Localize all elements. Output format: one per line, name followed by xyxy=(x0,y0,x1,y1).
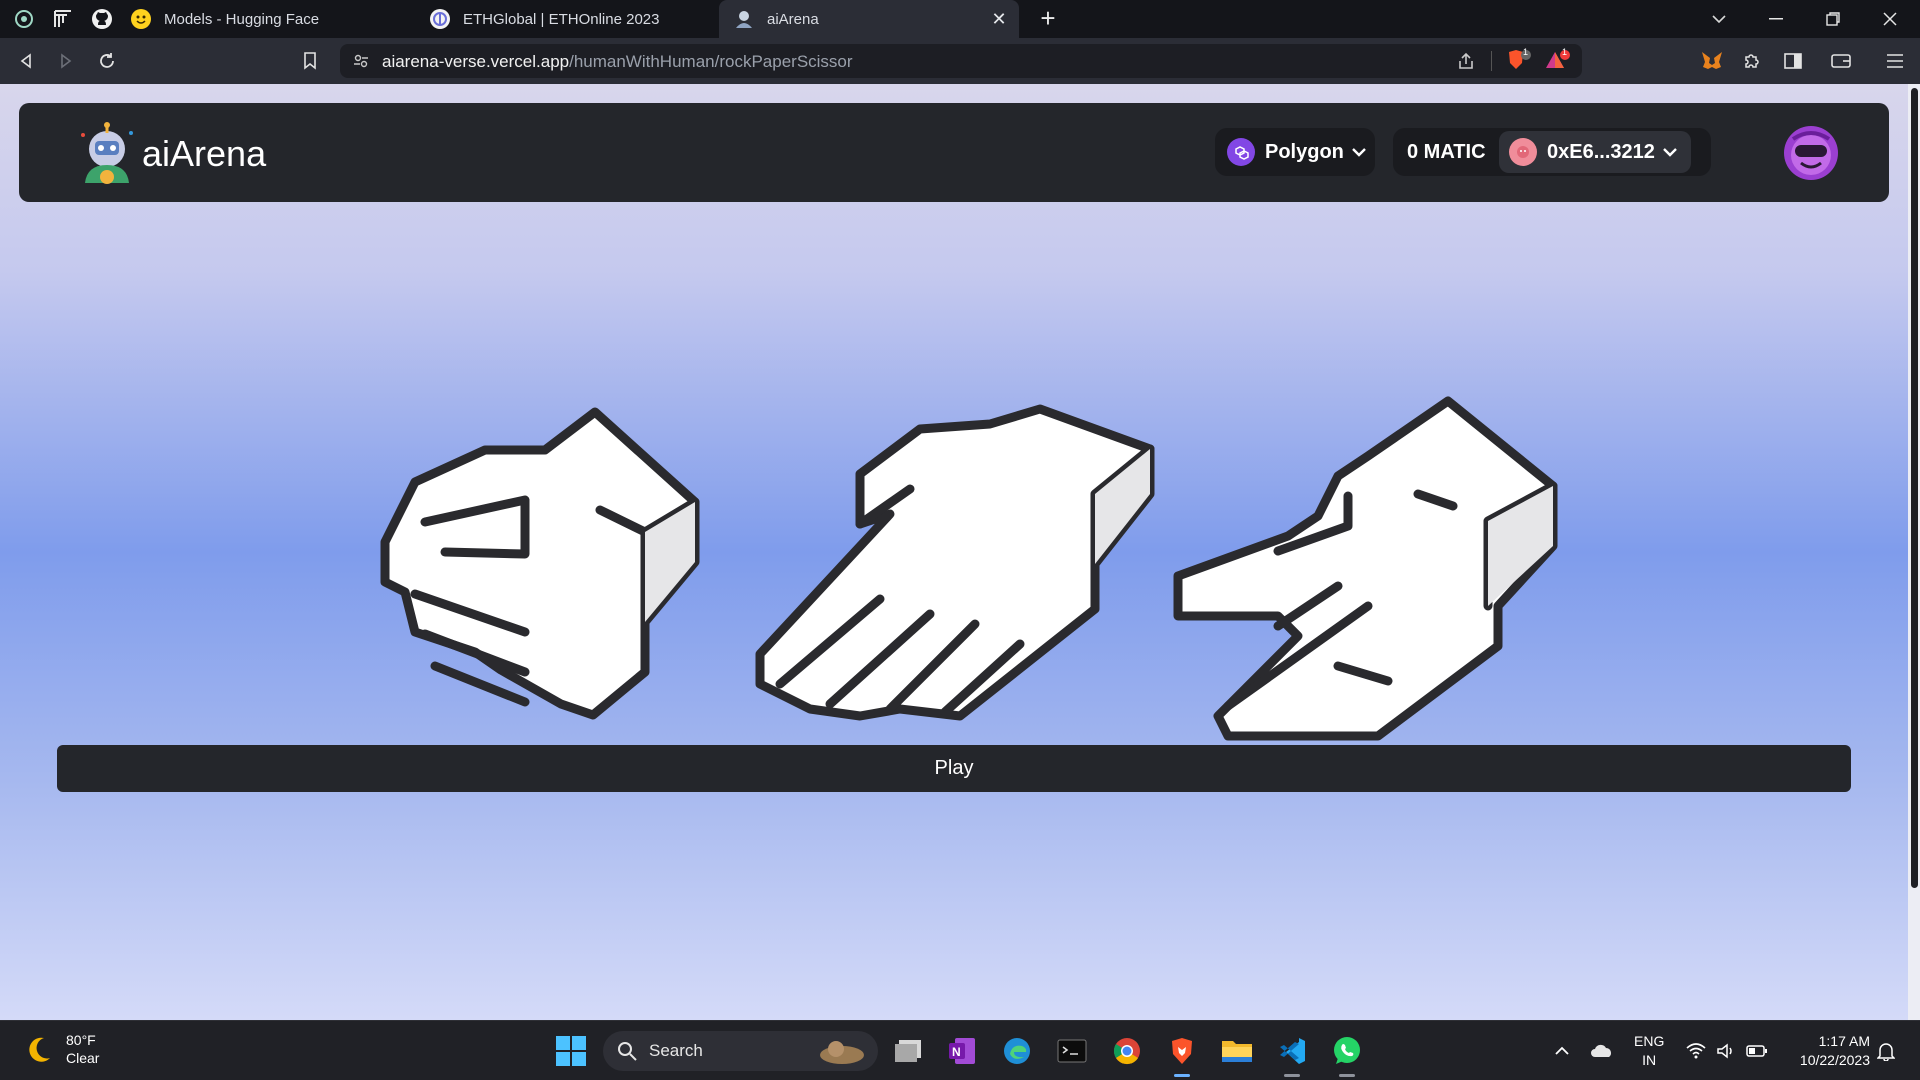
tab-title: ETHGlobal | ETHOnline 2023 xyxy=(463,10,660,28)
onenote-icon[interactable]: N xyxy=(944,1033,980,1069)
notification-bell-icon[interactable] xyxy=(1874,1039,1898,1063)
hugging-face-icon xyxy=(130,8,152,30)
url-text: aiarena-verse.vercel.app/humanWithHuman/… xyxy=(382,52,853,72)
rewards-count: 1 xyxy=(1562,47,1568,57)
scrollbar-thumb[interactable] xyxy=(1911,88,1918,888)
url-path: /humanWithHuman/rockPaperScissor xyxy=(569,52,853,71)
language-indicator[interactable]: ENG IN xyxy=(1634,1032,1664,1070)
whatsapp-icon[interactable] xyxy=(1329,1033,1365,1077)
file-explorer-icon[interactable] xyxy=(1219,1033,1255,1069)
new-tab-button[interactable]: + xyxy=(1035,5,1061,32)
user-avatar[interactable] xyxy=(1783,125,1839,181)
battery-icon[interactable] xyxy=(1745,1039,1769,1063)
reload-icon[interactable] xyxy=(95,49,119,73)
aiarena-tab-icon xyxy=(733,8,755,30)
search-icon xyxy=(618,1042,637,1061)
network-selector[interactable]: Polygon xyxy=(1215,128,1375,176)
lang-line2: IN xyxy=(1642,1052,1657,1068)
svg-text:N: N xyxy=(952,1045,961,1059)
play-button[interactable]: Play xyxy=(57,745,1851,792)
tab-aiarena[interactable]: aiArena ✕ xyxy=(719,0,1019,38)
weather-desc: Clear xyxy=(66,1050,100,1066)
start-button[interactable] xyxy=(555,1035,587,1067)
shield-count: 1 xyxy=(1523,47,1529,57)
minimize-icon[interactable] xyxy=(1754,4,1798,34)
close-window-icon[interactable] xyxy=(1868,4,1912,34)
chatgpt-pinned-tab-icon[interactable] xyxy=(12,7,36,31)
chevron-down-icon xyxy=(1663,148,1677,157)
page-content: aiArena Polygon 0 MATIC 0xE6...3212 Play xyxy=(0,84,1908,1020)
account-avatar-icon xyxy=(1509,138,1537,166)
show-hidden-icons-icon[interactable] xyxy=(1550,1039,1574,1063)
terminal-icon[interactable] xyxy=(1054,1033,1090,1069)
moon-icon xyxy=(29,1037,50,1062)
running-indicator xyxy=(1339,1074,1355,1077)
menu-icon[interactable] xyxy=(1883,49,1907,73)
search-highlight-icon xyxy=(820,1041,864,1064)
vscode-icon[interactable] xyxy=(1274,1033,1310,1077)
pinned-app-tab-icon[interactable] xyxy=(51,7,75,31)
chrome-icon[interactable] xyxy=(1109,1033,1145,1069)
paper-hand-choice[interactable] xyxy=(750,324,1160,739)
address-bar[interactable]: aiarena-verse.vercel.app/humanWithHuman/… xyxy=(340,44,1582,78)
brave-shields-icon[interactable] xyxy=(1506,49,1532,78)
url-domain: aiarena-verse.vercel.app xyxy=(382,52,570,71)
clock-time: 1:17 AM xyxy=(1818,1033,1870,1049)
share-icon[interactable] xyxy=(1457,52,1475,75)
restore-icon[interactable] xyxy=(1811,4,1855,34)
app-header: aiArena Polygon 0 MATIC 0xE6...3212 xyxy=(19,103,1889,202)
lang-line1: ENG xyxy=(1634,1033,1665,1049)
metamask-icon[interactable] xyxy=(1700,49,1724,73)
sidebar-icon[interactable] xyxy=(1781,49,1805,73)
divider xyxy=(1491,51,1492,71)
taskbar-search[interactable]: Search xyxy=(603,1031,878,1071)
forward-icon[interactable] xyxy=(54,49,78,73)
rock-hand-choice[interactable] xyxy=(375,332,710,727)
windows-taskbar: 80°F Clear Search N ENG IN 1:17 AM 10/22… xyxy=(0,1020,1920,1080)
balance-label: 0 MATIC xyxy=(1407,141,1486,163)
weather-widget[interactable]: 80°F Clear xyxy=(24,1031,99,1067)
search-placeholder: Search xyxy=(649,1041,703,1060)
active-indicator xyxy=(1174,1074,1190,1077)
volume-icon[interactable] xyxy=(1714,1039,1738,1063)
brave-rewards-icon[interactable] xyxy=(1545,49,1571,78)
task-view-icon[interactable] xyxy=(890,1033,926,1069)
onedrive-icon[interactable] xyxy=(1590,1039,1614,1063)
polygon-icon xyxy=(1227,138,1255,166)
tab-title: Models - Hugging Face xyxy=(164,10,320,28)
account-button[interactable]: 0xE6...3212 xyxy=(1499,131,1691,173)
edge-icon[interactable] xyxy=(999,1033,1035,1069)
running-indicator xyxy=(1284,1074,1300,1077)
windows-icon xyxy=(556,1036,586,1066)
account-address: 0xE6...3212 xyxy=(1547,140,1655,163)
extensions-icon[interactable] xyxy=(1740,49,1764,73)
network-label: Polygon xyxy=(1265,140,1344,163)
page-scrollbar[interactable] xyxy=(1908,84,1920,1020)
ethglobal-icon xyxy=(429,8,451,30)
brand-name: aiArena xyxy=(142,133,267,174)
browser-toolbar: aiarena-verse.vercel.app/humanWithHuman/… xyxy=(0,38,1920,84)
system-clock[interactable]: 1:17 AM 10/22/2023 xyxy=(1784,1032,1870,1070)
wifi-icon[interactable] xyxy=(1684,1039,1708,1063)
tab-hugging-face[interactable]: Models - Hugging Face xyxy=(116,0,416,38)
back-icon[interactable] xyxy=(14,49,38,73)
close-tab-icon[interactable]: ✕ xyxy=(989,9,1009,29)
weather-temp: 80°F xyxy=(66,1032,96,1048)
tab-title: aiArena xyxy=(767,10,819,28)
site-settings-icon[interactable] xyxy=(353,53,369,74)
clock-date: 10/22/2023 xyxy=(1799,1052,1870,1068)
chevron-down-icon xyxy=(1352,148,1366,157)
github-pinned-tab-icon[interactable] xyxy=(90,7,114,31)
bookmark-icon[interactable] xyxy=(298,49,322,73)
scissors-hand-choice[interactable] xyxy=(1168,316,1568,751)
tab-search-chevron-icon[interactable] xyxy=(1697,4,1741,34)
aiarena-logo-icon[interactable] xyxy=(75,121,139,185)
account-panel: 0 MATIC 0xE6...3212 xyxy=(1393,128,1711,176)
wallet-icon[interactable] xyxy=(1829,49,1853,73)
browser-tab-strip: Models - Hugging Face ETHGlobal | ETHOnl… xyxy=(0,0,1920,38)
brave-browser-icon[interactable] xyxy=(1164,1033,1200,1077)
tab-ethglobal[interactable]: ETHGlobal | ETHOnline 2023 xyxy=(415,0,715,38)
